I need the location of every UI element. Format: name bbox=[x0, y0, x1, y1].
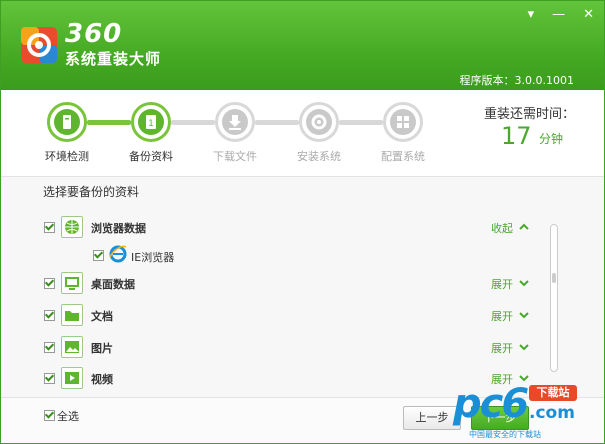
step-connector bbox=[87, 120, 131, 125]
download-icon bbox=[222, 109, 248, 135]
svg-text:1: 1 bbox=[148, 119, 154, 129]
menu-dropdown-icon[interactable]: ▾ bbox=[528, 7, 535, 22]
desktop-icon bbox=[61, 272, 83, 294]
expand-toggle[interactable]: 展开 bbox=[491, 276, 513, 292]
watermark-brand: pc6 bbox=[453, 381, 529, 427]
select-all-checkbox[interactable] bbox=[44, 410, 55, 421]
minimize-icon[interactable]: — bbox=[552, 7, 565, 22]
checkbox-ie-browser[interactable] bbox=[93, 250, 104, 261]
row-label: 浏览器数据 bbox=[91, 222, 146, 235]
logo-number: 360 bbox=[65, 19, 123, 49]
chevron-down-icon[interactable] bbox=[519, 278, 529, 288]
chevron-down-icon[interactable] bbox=[519, 310, 529, 320]
watermark-logo: pc6 下载站 .com 中国最安全的下载站 bbox=[453, 381, 603, 443]
list-item: IE浏览器 bbox=[1, 241, 561, 269]
row-label: 文档 bbox=[91, 310, 113, 323]
picture-icon bbox=[61, 336, 83, 358]
row-label: 视频 bbox=[91, 373, 113, 386]
globe-icon bbox=[61, 216, 83, 238]
step-label: 环境检测 bbox=[45, 150, 89, 163]
scrollbar-thumb[interactable] bbox=[552, 273, 556, 283]
checkbox-documents[interactable] bbox=[44, 310, 55, 321]
step-install bbox=[299, 102, 339, 142]
row-label: 桌面数据 bbox=[91, 278, 135, 291]
checkbox-desktop-data[interactable] bbox=[44, 278, 55, 289]
select-all-label: 全选 bbox=[57, 410, 79, 423]
close-icon[interactable]: ✕ bbox=[583, 7, 594, 22]
app-logo-icon bbox=[19, 25, 59, 65]
time-remaining-title: 重装还需时间： bbox=[484, 107, 576, 122]
step-connector bbox=[339, 120, 383, 125]
step-backup: 1 bbox=[131, 102, 171, 142]
chevron-up-icon[interactable] bbox=[519, 222, 529, 232]
time-remaining-unit: 分钟 bbox=[539, 132, 564, 146]
app-logo-text: 360 系统重装大师 bbox=[65, 21, 161, 69]
checkbox-browser-data[interactable] bbox=[44, 222, 55, 233]
checkbox-video[interactable] bbox=[44, 373, 55, 384]
step-configure bbox=[383, 102, 423, 142]
list-item: 图片 展开 bbox=[1, 334, 561, 362]
step-label: 备份资料 bbox=[129, 150, 173, 163]
step-download bbox=[215, 102, 255, 142]
chevron-down-icon[interactable] bbox=[519, 342, 529, 352]
computer-icon bbox=[54, 109, 80, 135]
step-label: 下载文件 bbox=[213, 150, 257, 163]
title-bar: 360 系统重装大师 ▾ — ✕ 程序版本：3.0.0.1001 bbox=[1, 1, 604, 90]
windows-icon bbox=[390, 109, 416, 135]
video-icon bbox=[61, 367, 83, 389]
checkbox-pictures[interactable] bbox=[44, 342, 55, 353]
step-env-check bbox=[47, 102, 87, 142]
step-connector bbox=[171, 120, 215, 125]
backup-icon: 1 bbox=[138, 109, 164, 135]
list-item: 文档 展开 bbox=[1, 302, 561, 330]
step-connector bbox=[255, 120, 299, 125]
list-item: 桌面数据 展开 bbox=[1, 270, 561, 298]
watermark-slogan: 中国最安全的下载站 bbox=[469, 430, 541, 439]
watermark-badge: 下载站 bbox=[529, 385, 577, 401]
ie-icon bbox=[109, 245, 127, 263]
window-controls: ▾ — ✕ bbox=[528, 7, 594, 22]
list-item: 浏览器数据 收起 bbox=[1, 214, 561, 242]
app-window: 360 系统重装大师 ▾ — ✕ 程序版本：3.0.0.1001 1 环境检测 … bbox=[0, 0, 605, 444]
folder-icon bbox=[61, 304, 83, 326]
progress-steps: 1 环境检测 备份资料 下载文件 安装系统 配置系统 重装还需时间： 17 分钟 bbox=[1, 90, 604, 177]
step-label: 配置系统 bbox=[381, 150, 425, 163]
watermark-domain: .com bbox=[529, 403, 575, 423]
expand-toggle[interactable]: 展开 bbox=[491, 340, 513, 356]
row-label: IE浏览器 bbox=[131, 251, 175, 264]
step-label: 安装系统 bbox=[297, 150, 341, 163]
logo-name: 系统重装大师 bbox=[65, 50, 162, 68]
scrollbar[interactable] bbox=[550, 224, 558, 372]
time-remaining-value: 17 bbox=[501, 122, 532, 150]
row-label: 图片 bbox=[91, 342, 113, 355]
expand-toggle[interactable]: 展开 bbox=[491, 308, 513, 324]
version-label: 程序版本：3.0.0.1001 bbox=[459, 74, 574, 87]
collapse-toggle[interactable]: 收起 bbox=[491, 220, 513, 236]
section-title: 选择要备份的资料 bbox=[43, 185, 140, 199]
install-gear-icon bbox=[306, 109, 332, 135]
